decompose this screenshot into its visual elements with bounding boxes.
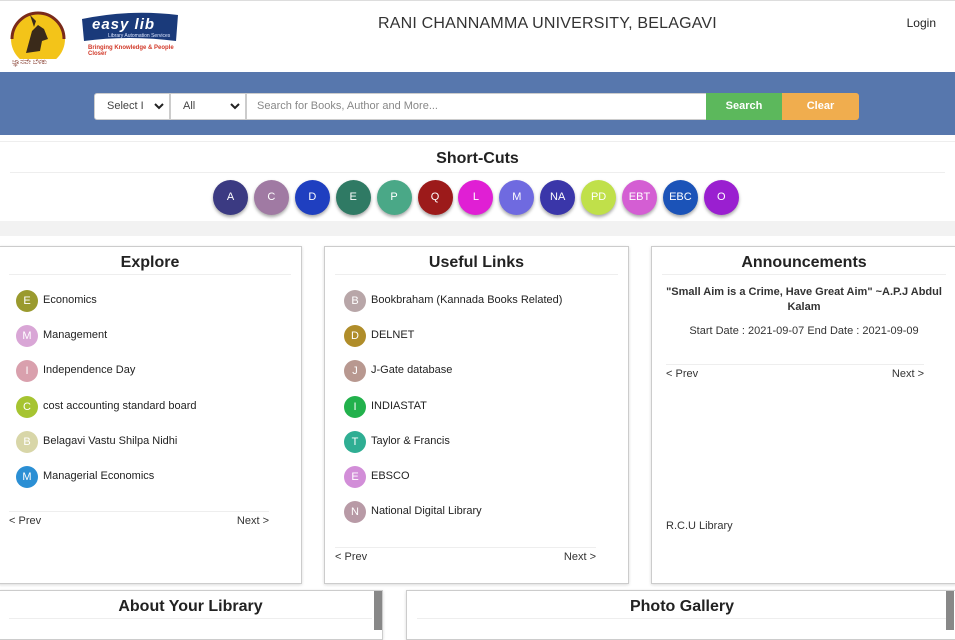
search-bar: Select I All Search for Books, Author an… [0, 72, 955, 135]
shortcut-e[interactable]: E [335, 180, 371, 215]
chevron-down-icon [229, 94, 241, 129]
announcement-quote: "Small Aim is a Crime, Have Great Aim" ~… [666, 286, 942, 313]
shortcut-c[interactable]: C [253, 180, 289, 215]
gallery-scrollbar[interactable] [946, 591, 954, 630]
letter-badge: I [16, 360, 38, 383]
list-item-label[interactable]: Bookbraham (Kannada Books Related) [371, 294, 562, 306]
shortcut-o[interactable]: O [703, 180, 739, 215]
shortcuts-title: Short-Cuts [436, 150, 519, 167]
explore-pager: < Prev Next > [9, 511, 269, 527]
divider [417, 618, 947, 619]
shortcut-na[interactable]: NA [540, 180, 576, 215]
letter-badge: M [16, 466, 38, 488]
letter-badge: D [344, 325, 366, 348]
shortcut-a[interactable]: A [213, 180, 248, 215]
announcements-title: Announcements [741, 254, 867, 271]
about-scrollbar[interactable] [374, 591, 382, 630]
list-item-label[interactable]: Taylor & Francis [371, 435, 450, 447]
useful-links-prev-link[interactable]: < Prev [335, 551, 367, 563]
list-item-label[interactable]: DELNET [371, 329, 414, 341]
shortcut-q[interactable]: Q [417, 180, 453, 215]
letter-badge: E [344, 466, 366, 488]
explore-next-link[interactable]: Next > [237, 515, 269, 527]
shortcut-ebt[interactable]: EBT [622, 180, 657, 215]
shortcuts-section: Short-Cuts A C D E P Q L M NA PD EBT EBC O [0, 141, 955, 222]
letter-badge: B [344, 290, 366, 312]
divider [9, 274, 291, 275]
announcements-next-link[interactable]: Next > [892, 368, 924, 380]
explore-panel: Explore E Economics M Management I Independen… [0, 246, 302, 584]
list-item-label[interactable]: Independence Day [43, 364, 135, 376]
shortcut-ebc[interactable]: EBC [662, 180, 698, 215]
logo-caption: ಜ್ಞಾನವೇ ಬೆಳಕು [12, 59, 48, 66]
easylib-brand: easy lib [92, 16, 156, 33]
shortcut-l[interactable]: L [458, 180, 494, 215]
letter-badge: J [344, 360, 366, 383]
useful-links-panel: Useful Links B Bookbraham (Kannada Books … [324, 246, 629, 584]
photo-gallery-title: Photo Gallery [629, 598, 735, 615]
list-item-label[interactable]: EBSCO [371, 470, 410, 482]
search-type-select[interactable]: Select I [94, 93, 170, 120]
divider [335, 274, 618, 275]
announcement-dates: Start Date : 2021-09-07 End Date : 2021-… [689, 325, 919, 337]
chevron-down-icon [153, 94, 165, 129]
announcements-pager: < Prev Next > [666, 364, 924, 380]
useful-links-next-link[interactable]: Next > [564, 551, 596, 563]
shortcut-m[interactable]: M [499, 180, 535, 215]
clear-button[interactable]: Clear [782, 93, 859, 120]
easylib-tagline: Bringing Knowledge & People Closer [88, 45, 174, 57]
useful-links-pager: < Prev Next > [335, 547, 596, 563]
letter-badge: B [16, 430, 38, 453]
announcements-panel: Announcements "Small Aim is a Crime, Hav… [651, 246, 955, 584]
letter-badge: M [16, 325, 38, 348]
list-item-label[interactable]: INDIASTAT [371, 400, 427, 412]
letter-badge: T [344, 430, 366, 453]
about-library-title: About Your Library [118, 598, 263, 615]
search-scope-select[interactable]: All [170, 93, 246, 120]
photo-gallery-panel: Photo Gallery [406, 590, 955, 640]
login-link[interactable]: Login [907, 16, 936, 30]
list-item-label[interactable]: Managerial Economics [43, 470, 154, 482]
useful-links-title: Useful Links [428, 254, 525, 271]
search-scope-value: All [183, 100, 196, 112]
section-divider [0, 221, 955, 236]
list-item-label[interactable]: cost accounting standard board [43, 400, 197, 412]
list-item-label[interactable]: J-Gate database [371, 364, 452, 376]
shortcut-d[interactable]: D [294, 180, 330, 215]
search-input[interactable]: Search for Books, Author and More... [246, 93, 707, 120]
shortcut-p[interactable]: P [376, 180, 412, 215]
announcements-footer: R.C.U Library [666, 520, 733, 532]
shortcut-pd[interactable]: PD [581, 180, 617, 215]
letter-badge: N [344, 501, 366, 524]
search-type-value: Select I [107, 100, 144, 112]
divider [10, 172, 945, 173]
easylib-logo[interactable]: easy lib Library Automation Services Bri… [80, 11, 180, 57]
search-button[interactable]: Search [706, 93, 782, 120]
easylib-sub: Library Automation Services [108, 33, 171, 39]
explore-prev-link[interactable]: < Prev [9, 515, 41, 527]
university-title: RANI CHANNAMMA UNIVERSITY, BELAGAVI [378, 15, 717, 32]
list-item-label[interactable]: Belagavi Vastu Shilpa Nidhi [43, 435, 177, 447]
divider [662, 274, 946, 275]
letter-badge: I [344, 395, 366, 418]
list-item-label[interactable]: Economics [43, 294, 97, 306]
divider [9, 618, 372, 619]
explore-title: Explore [120, 254, 180, 271]
letter-badge: E [16, 290, 38, 312]
letter-badge: C [16, 395, 38, 418]
announcements-prev-link[interactable]: < Prev [666, 368, 698, 380]
list-item-label[interactable]: Management [43, 329, 107, 341]
about-library-panel: About Your Library [0, 590, 383, 640]
top-header: ಜ್ಞಾನವೇ ಬೆಳಕು easy lib Library Automatio… [0, 0, 955, 73]
list-item-label[interactable]: National Digital Library [371, 505, 482, 517]
